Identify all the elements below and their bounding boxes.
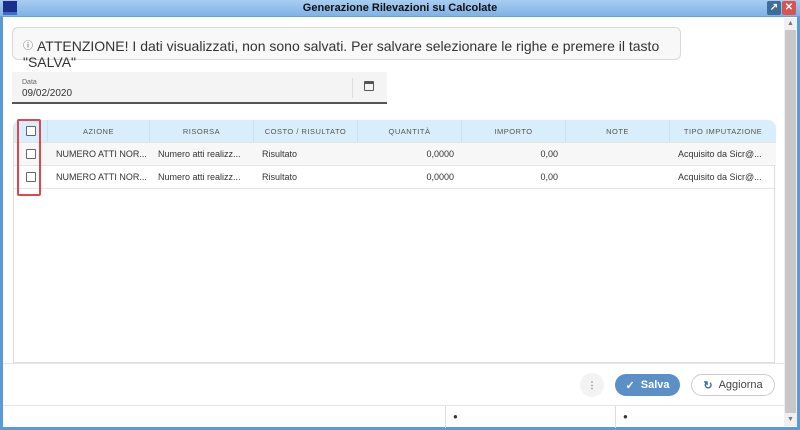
refresh-icon: ↻: [703, 379, 713, 392]
vertical-scrollbar[interactable]: ▲ ▼: [784, 18, 797, 426]
date-value[interactable]: 09/02/2020: [22, 88, 72, 99]
divider: [615, 406, 616, 428]
scrollbar-thumb[interactable]: [785, 30, 796, 413]
table-header: AZIONE RISORSA COSTO / RISULTATO QUANTIT…: [14, 120, 776, 143]
warning-alert: ⓘ ATTENZIONE! I dati visualizzati, non so…: [12, 27, 681, 70]
scroll-down-icon[interactable]: ▼: [784, 414, 797, 426]
calendar-icon[interactable]: [364, 81, 374, 91]
checkbox-highlight-annotation: [17, 119, 41, 196]
cell-importo: 0,00: [540, 149, 558, 159]
check-icon: ✓: [625, 379, 635, 392]
cell-costo: Risultato: [262, 149, 298, 159]
refresh-button[interactable]: ↻ Aggiorna: [691, 374, 775, 396]
divider: [352, 78, 353, 98]
close-icon[interactable]: ✕: [782, 1, 796, 15]
title-bar: Generazione Rilevazioni su Calcolate ↗ ✕: [0, 0, 800, 17]
save-label: Salva: [640, 379, 670, 391]
save-button[interactable]: ✓ Salva: [615, 374, 680, 396]
data-table: AZIONE RISORSA COSTO / RISULTATO QUANTIT…: [13, 120, 776, 363]
table-row[interactable]: NUMERO ATTI NOR... Numero atti realizz..…: [14, 166, 776, 189]
restore-icon[interactable]: ↗: [767, 1, 781, 15]
divider: [3, 363, 784, 364]
scroll-up-icon[interactable]: ▲: [784, 18, 797, 30]
cell-quantita: 0,0000: [426, 172, 454, 182]
info-circle-icon: ⓘ: [23, 41, 33, 52]
status-bar: ● ●: [3, 405, 784, 428]
cell-quantita: 0,0000: [426, 149, 454, 159]
col-importo[interactable]: IMPORTO: [462, 120, 566, 142]
cell-tipo: Acquisito da Sicr@...: [678, 149, 762, 159]
window-title: Generazione Rilevazioni su Calcolate: [302, 2, 498, 14]
cell-risorsa: Numero atti realizz...: [158, 172, 241, 182]
col-note[interactable]: NOTE: [566, 120, 670, 142]
more-options-button[interactable]: ⋮: [580, 373, 604, 397]
date-field[interactable]: Data 09/02/2020: [12, 72, 387, 104]
col-costo[interactable]: COSTO / RISULTATO: [254, 120, 358, 142]
col-risorsa[interactable]: RISORSA: [150, 120, 254, 142]
cell-note: [566, 143, 670, 165]
cell-azione: NUMERO ATTI NOR...: [56, 149, 147, 159]
user-icon: ●: [623, 412, 628, 421]
table-row[interactable]: NUMERO ATTI NOR... Numero atti realizz..…: [14, 143, 776, 166]
cell-costo: Risultato: [262, 172, 298, 182]
cell-azione: NUMERO ATTI NOR...: [56, 172, 147, 182]
cell-note: [566, 166, 670, 188]
cell-importo: 0,00: [540, 172, 558, 182]
col-tipo[interactable]: TIPO IMPUTAZIONE: [670, 120, 776, 142]
user-icon: ●: [453, 412, 458, 421]
col-quantita[interactable]: QUANTITÀ: [358, 120, 462, 142]
divider: [445, 406, 446, 428]
cell-risorsa: Numero atti realizz...: [158, 149, 241, 159]
date-label: Data: [22, 79, 37, 86]
cell-tipo: Acquisito da Sicr@...: [678, 172, 762, 182]
refresh-label: Aggiorna: [718, 379, 763, 391]
col-azione[interactable]: AZIONE: [48, 120, 150, 142]
